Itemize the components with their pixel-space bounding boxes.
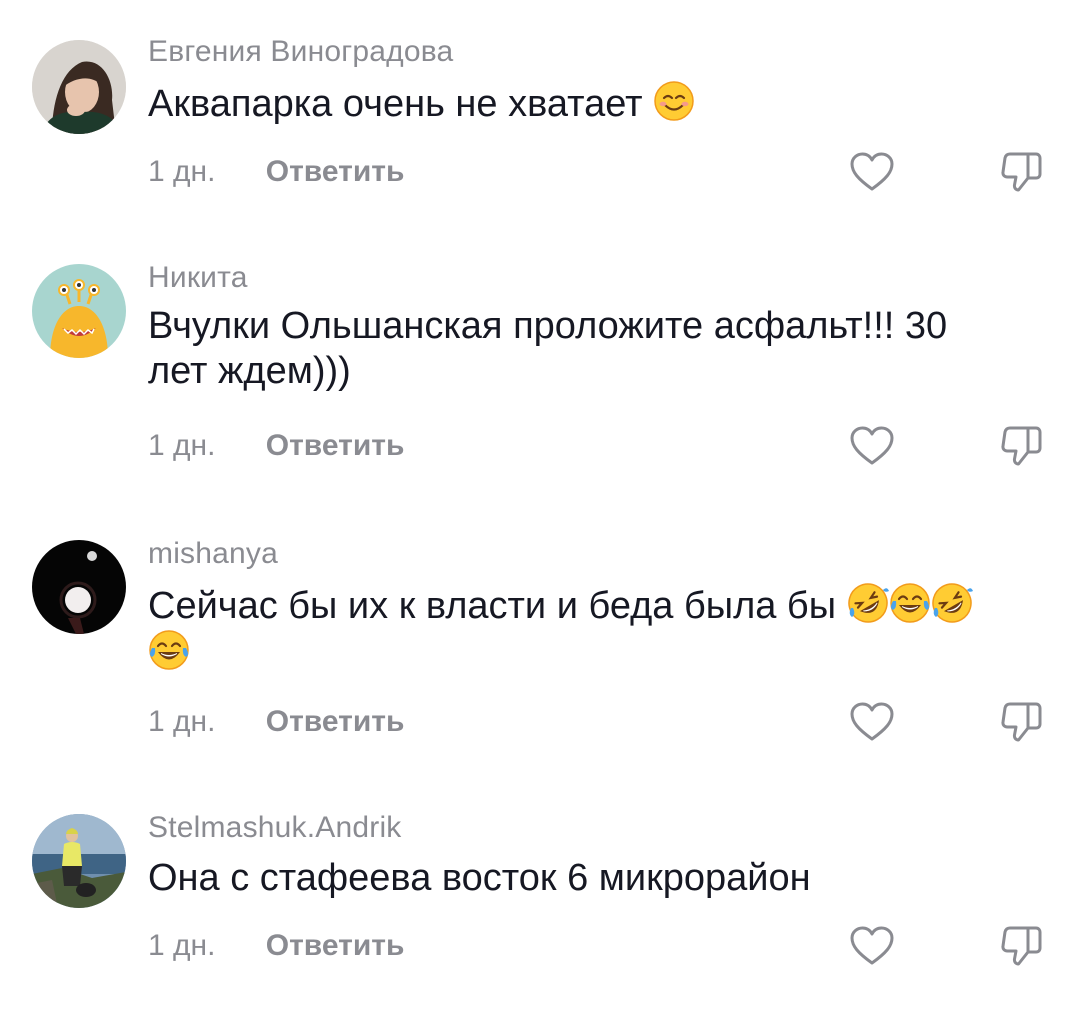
thumbs-down-outline-icon[interactable] bbox=[998, 148, 1046, 196]
avatar[interactable] bbox=[32, 264, 126, 358]
comment-meta: 1 дн. Ответить bbox=[148, 154, 404, 190]
reply-button[interactable]: Ответить bbox=[266, 928, 405, 964]
avatar[interactable] bbox=[32, 540, 126, 634]
avatar[interactable] bbox=[32, 40, 126, 134]
comment-age: 1 дн. bbox=[148, 155, 216, 188]
heart-outline-icon[interactable] bbox=[848, 922, 896, 970]
smiling-face-with-smiling-eyes-icon bbox=[653, 80, 695, 122]
reply-button[interactable]: Ответить bbox=[266, 428, 405, 464]
heart-outline-icon[interactable] bbox=[848, 698, 896, 746]
avatar[interactable] bbox=[32, 814, 126, 908]
comment-author[interactable]: Евгения Виноградова bbox=[148, 34, 453, 70]
heart-outline-icon[interactable] bbox=[848, 148, 896, 196]
comment-text: Сейчас бы их к власти и беда была бы bbox=[148, 582, 1028, 676]
comment-item: Евгения Виноградова Аквапарка очень не х… bbox=[0, 34, 1079, 214]
comment-text: Аквапарка очень не хватает bbox=[148, 80, 1028, 127]
comment-text-body: Она с стафеева восток 6 микрорайон bbox=[148, 857, 811, 899]
comment-text-line: Вчулки Ольшанская проложите асфальт!!! 3… bbox=[148, 305, 948, 347]
comment-author[interactable]: Stelmashuk.Andrik bbox=[148, 810, 402, 846]
thumbs-down-outline-icon[interactable] bbox=[998, 698, 1046, 746]
comment-meta: 1 дн. Ответить bbox=[148, 704, 404, 740]
comment-text-body: Сейчас бы их к власти и беда была бы bbox=[148, 585, 837, 627]
comment-age: 1 дн. bbox=[148, 929, 216, 962]
rolling-on-the-floor-laughing-icon bbox=[931, 582, 973, 624]
comment-text: Она с стафеева восток 6 микрорайон bbox=[148, 856, 1028, 901]
rolling-on-the-floor-laughing-icon bbox=[847, 582, 889, 624]
comment-author[interactable]: Никита bbox=[148, 260, 248, 296]
thumbs-down-outline-icon[interactable] bbox=[998, 422, 1046, 470]
reply-button[interactable]: Ответить bbox=[266, 704, 405, 740]
heart-outline-icon[interactable] bbox=[848, 422, 896, 470]
thumbs-down-outline-icon[interactable] bbox=[998, 922, 1046, 970]
comment-text-body: Аквапарка очень не хватает bbox=[148, 83, 643, 125]
comment-item: mishanya Сейчас бы их к власти и беда бы… bbox=[0, 536, 1079, 756]
comment-meta: 1 дн. Ответить bbox=[148, 428, 404, 464]
comment-author[interactable]: mishanya bbox=[148, 536, 278, 572]
face-with-tears-of-joy-icon bbox=[148, 629, 190, 671]
comment-item: Никита Вчулки Ольшанская проложите асфал… bbox=[0, 260, 1079, 480]
comment-meta: 1 дн. Ответить bbox=[148, 928, 404, 964]
comment-text: Вчулки Ольшанская проложите асфальт!!! 3… bbox=[148, 304, 1028, 394]
face-with-tears-of-joy-icon bbox=[889, 582, 931, 624]
comment-item: Stelmashuk.Andrik Она с стафеева восток … bbox=[0, 810, 1079, 990]
comment-age: 1 дн. bbox=[148, 429, 216, 462]
comment-age: 1 дн. bbox=[148, 705, 216, 738]
reply-button[interactable]: Ответить bbox=[266, 154, 405, 190]
comment-text-line: лет ждем))) bbox=[148, 350, 351, 392]
